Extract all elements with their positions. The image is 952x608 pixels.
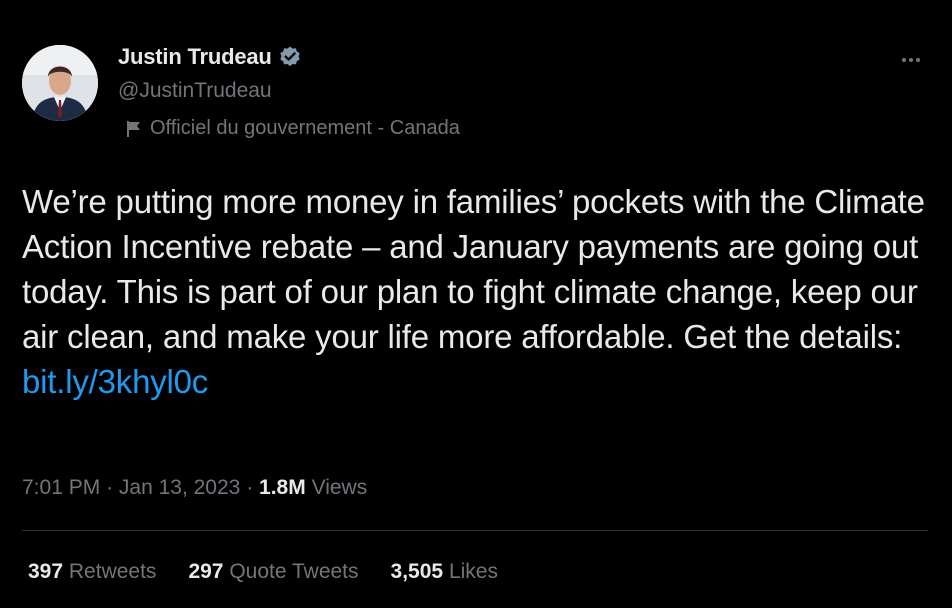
government-label[interactable]: Officiel du gouvernement - Canada: [126, 117, 460, 140]
divider: [22, 530, 928, 531]
retweets-stat[interactable]: 397 Retweets: [28, 560, 156, 584]
retweets-label: Retweets: [68, 560, 157, 583]
verified-badge-icon: [278, 45, 302, 69]
views-label: Views: [311, 476, 368, 499]
author-name-row: Justin Trudeau: [118, 44, 302, 70]
more-icon[interactable]: [902, 58, 920, 62]
quote-tweets-count: 297: [188, 560, 224, 583]
tweet-date[interactable]: Jan 13, 2023: [119, 476, 240, 499]
likes-label: Likes: [448, 560, 498, 583]
tweet-body: We’re putting more money in families’ po…: [22, 179, 932, 404]
tweet-stats: 397 Retweets 297 Quote Tweets 3,505 Like…: [28, 560, 498, 584]
avatar[interactable]: [22, 45, 98, 121]
tweet-meta: 7:01 PM · Jan 13, 2023 · 1.8M Views: [22, 476, 367, 500]
government-label-text: Officiel du gouvernement - Canada: [150, 117, 460, 139]
author-display-name[interactable]: Justin Trudeau: [118, 44, 272, 70]
likes-stat[interactable]: 3,505 Likes: [391, 560, 498, 584]
author-handle[interactable]: @JustinTrudeau: [118, 79, 272, 103]
avatar-photo: [22, 45, 98, 121]
tweet-link[interactable]: bit.ly/3khyl0c: [22, 359, 932, 404]
tweet-time[interactable]: 7:01 PM: [22, 476, 100, 499]
quote-tweets-label: Quote Tweets: [229, 560, 359, 583]
quote-tweets-stat[interactable]: 297 Quote Tweets: [188, 560, 358, 584]
views-count: 1.8M: [259, 476, 306, 499]
likes-count: 3,505: [390, 560, 444, 583]
meta-separator: ·: [106, 476, 114, 499]
meta-separator: ·: [246, 476, 254, 499]
flag-icon: [126, 120, 142, 138]
retweets-count: 397: [28, 560, 64, 583]
tweet-text: We’re putting more money in families’ po…: [22, 183, 925, 355]
